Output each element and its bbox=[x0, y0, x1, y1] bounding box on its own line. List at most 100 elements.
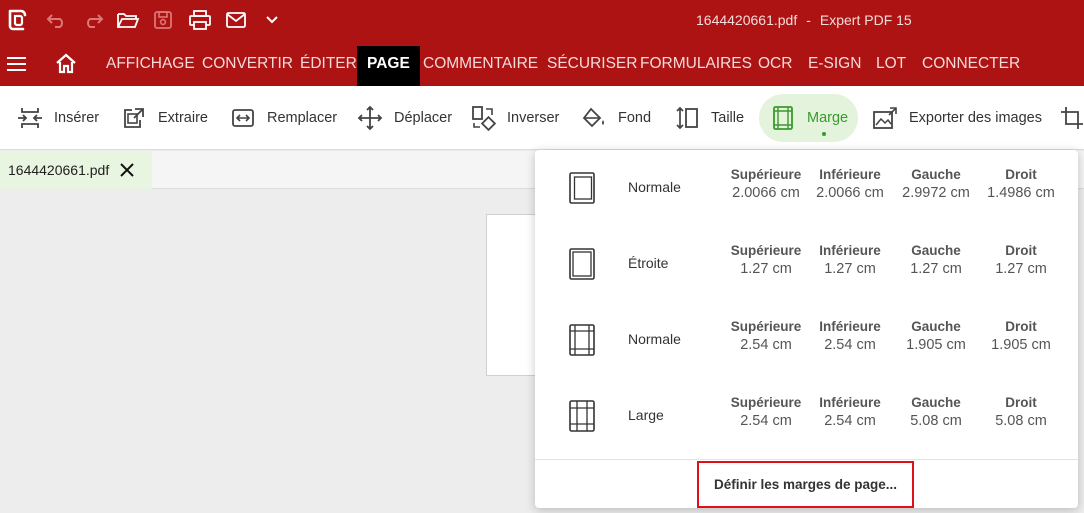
header-bottom: Inférieure bbox=[819, 395, 881, 410]
hamburger-menu-icon[interactable] bbox=[6, 54, 28, 74]
header-top: Supérieure bbox=[730, 395, 802, 410]
reverse-icon bbox=[469, 104, 497, 132]
title-bar: 1644420661.pdf - Expert PDF 15 bbox=[0, 0, 1084, 42]
reverse-label: Inverser bbox=[507, 110, 560, 126]
paint-bucket-icon bbox=[580, 104, 608, 132]
active-indicator-dot bbox=[821, 132, 826, 136]
background-label: Fond bbox=[618, 110, 652, 126]
page-size-icon bbox=[673, 104, 701, 132]
menu-securiser[interactable]: SÉCURISER bbox=[547, 53, 637, 75]
margin-preset-large[interactable]: Large Supérieure 2.54 cm Inférieure 2.54 c… bbox=[535, 378, 1078, 454]
header-right: Droit bbox=[1005, 395, 1037, 410]
margin-preset-icon bbox=[569, 324, 595, 356]
header-right: Droit bbox=[1005, 167, 1037, 182]
value-top: 2.0066 cm bbox=[732, 185, 800, 201]
move-label: Déplacer bbox=[394, 110, 453, 126]
margin-preset-icon bbox=[569, 248, 595, 280]
value-right: 1.4986 cm bbox=[987, 185, 1055, 201]
menu-convertir[interactable]: CONVERTIR bbox=[202, 53, 293, 75]
value-left: 2.9972 cm bbox=[902, 185, 970, 201]
title-filename: 1644420661.pdf bbox=[696, 12, 798, 28]
menu-editer[interactable]: ÉDITER bbox=[300, 53, 357, 75]
home-icon[interactable] bbox=[54, 52, 78, 76]
menu-commentaire[interactable]: COMMENTAIRE bbox=[423, 53, 538, 75]
header-bottom: Inférieure bbox=[819, 167, 881, 182]
export-image-icon bbox=[871, 104, 899, 132]
close-tab-icon[interactable] bbox=[118, 161, 136, 179]
insert-label: Insérer bbox=[54, 110, 100, 126]
margin-preset-icon bbox=[569, 172, 595, 204]
margin-preset-icon bbox=[569, 400, 595, 432]
header-top: Supérieure bbox=[730, 167, 802, 182]
replace-button[interactable]: Remplacer bbox=[229, 94, 337, 142]
margin-presets-dropdown: Normale Supérieure 2.0066 cm Inférieure 2.… bbox=[535, 150, 1078, 508]
move-button[interactable]: Déplacer bbox=[356, 94, 452, 142]
margin-preset-normale-1[interactable]: Normale Supérieure 2.0066 cm Inférieure 2.… bbox=[535, 150, 1078, 226]
value-right: 1.905 cm bbox=[991, 337, 1051, 353]
menu-ocr[interactable]: OCR bbox=[758, 53, 792, 75]
insert-icon bbox=[16, 104, 44, 132]
header-bottom: Inférieure bbox=[819, 319, 881, 334]
value-left: 1.27 cm bbox=[910, 261, 962, 277]
value-right: 1.27 cm bbox=[995, 261, 1047, 277]
menu-formulaires[interactable]: FORMULAIRES bbox=[640, 53, 752, 75]
value-left: 1.905 cm bbox=[906, 337, 966, 353]
value-bottom: 2.54 cm bbox=[824, 337, 876, 353]
extract-label: Extraire bbox=[158, 110, 208, 126]
preset-name: Large bbox=[628, 407, 664, 423]
header-left: Gauche bbox=[911, 395, 961, 410]
value-bottom: 2.54 cm bbox=[824, 413, 876, 429]
size-button[interactable]: Taille bbox=[673, 94, 744, 142]
header-bottom: Inférieure bbox=[819, 243, 881, 258]
menu-lot[interactable]: LOT bbox=[876, 53, 906, 75]
extract-icon bbox=[120, 104, 148, 132]
document-tab[interactable]: 1644420661.pdf bbox=[0, 151, 152, 189]
margin-label: Marge bbox=[807, 110, 849, 126]
menu-page[interactable]: PAGE bbox=[357, 46, 420, 86]
value-bottom: 1.27 cm bbox=[824, 261, 876, 277]
page-ribbon: Insérer Extraire Remplacer Déplacer Inve… bbox=[0, 86, 1084, 150]
document-tab-label: 1644420661.pdf bbox=[8, 162, 110, 178]
margin-button[interactable]: Marge bbox=[759, 94, 859, 142]
header-left: Gauche bbox=[911, 243, 961, 258]
menu-connecter[interactable]: CONNECTER bbox=[922, 53, 1020, 75]
crop-button[interactable] bbox=[1058, 94, 1084, 142]
margin-preset-etroite[interactable]: Étroite Supérieure 1.27 cm Inférieure 1.27… bbox=[535, 226, 1078, 302]
value-top: 2.54 cm bbox=[740, 337, 792, 353]
replace-label: Remplacer bbox=[267, 110, 338, 126]
define-page-margins-button[interactable]: Définir les marges de page... bbox=[697, 461, 914, 508]
title-separator: - bbox=[806, 12, 811, 28]
extract-button[interactable]: Extraire bbox=[120, 94, 208, 142]
value-bottom: 2.0066 cm bbox=[816, 185, 884, 201]
preset-name: Étroite bbox=[628, 255, 669, 271]
reverse-button[interactable]: Inverser bbox=[469, 94, 559, 142]
insert-button[interactable]: Insérer bbox=[16, 94, 99, 142]
value-top: 1.27 cm bbox=[740, 261, 792, 277]
header-left: Gauche bbox=[911, 167, 961, 182]
margin-preset-normale-2[interactable]: Normale Supérieure 2.54 cm Inférieure 2.54… bbox=[535, 302, 1078, 378]
menu-affichage[interactable]: AFFICHAGE bbox=[106, 53, 195, 75]
menu-bar: AFFICHAGE CONVERTIR ÉDITER PAGE COMMENTA… bbox=[0, 42, 1084, 86]
crop-icon bbox=[1058, 104, 1084, 132]
title-app-name: Expert PDF 15 bbox=[819, 12, 912, 28]
value-top: 2.54 cm bbox=[740, 413, 792, 429]
dropdown-divider bbox=[535, 459, 1078, 460]
header-right: Droit bbox=[1005, 319, 1037, 334]
value-right: 5.08 cm bbox=[995, 413, 1047, 429]
header-top: Supérieure bbox=[730, 243, 802, 258]
header-top: Supérieure bbox=[730, 319, 802, 334]
value-left: 5.08 cm bbox=[910, 413, 962, 429]
preset-name: Normale bbox=[628, 331, 681, 347]
size-label: Taille bbox=[711, 110, 745, 126]
export-images-label: Exporter des images bbox=[909, 110, 1042, 126]
background-button[interactable]: Fond bbox=[580, 94, 651, 142]
move-icon bbox=[356, 104, 384, 132]
window-title: 1644420661.pdf - Expert PDF 15 bbox=[0, 12, 1084, 28]
export-images-button[interactable]: Exporter des images bbox=[871, 94, 1042, 142]
header-left: Gauche bbox=[911, 319, 961, 334]
replace-icon bbox=[229, 104, 257, 132]
menu-esign[interactable]: E-SIGN bbox=[808, 53, 861, 75]
header-right: Droit bbox=[1005, 243, 1037, 258]
preset-name: Normale bbox=[628, 179, 681, 195]
margin-icon bbox=[769, 104, 797, 132]
